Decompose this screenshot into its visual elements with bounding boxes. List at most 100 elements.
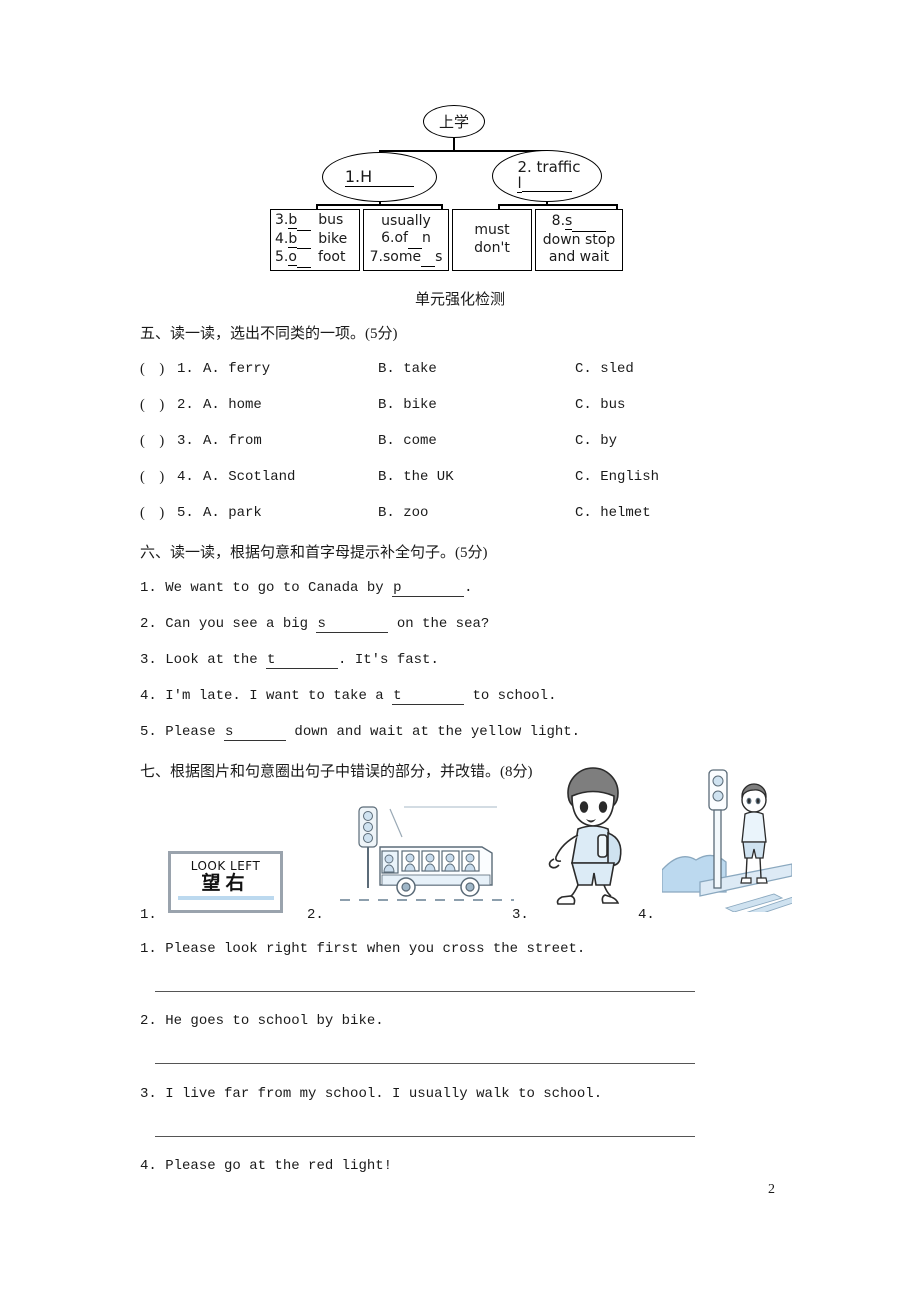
leaf1-line-1: 3.b bus xyxy=(275,212,355,231)
correction-1-text[interactable]: Please look right first when you cross t… xyxy=(165,941,585,957)
mindmap-node-1-label: 1.H xyxy=(344,167,415,187)
leaf4-line-3: and wait xyxy=(548,249,610,266)
fill-5-text-before: Please xyxy=(165,724,225,740)
mindmap-root-node: 上学 xyxy=(423,105,485,138)
mc-1-option-c[interactable]: C. sled xyxy=(575,361,634,377)
correction-3-number: 3. xyxy=(140,1086,157,1102)
unit-title: 单元强化检测 xyxy=(414,292,505,308)
fill-2-number: 2. xyxy=(140,616,157,632)
correction-2-text[interactable]: He goes to school by bike. xyxy=(165,1013,383,1029)
mc-1-option-a[interactable]: A. ferry xyxy=(203,361,270,377)
fill-5-blank[interactable]: s xyxy=(224,724,287,741)
picture-2-bus-with-traffic-light xyxy=(332,785,517,915)
section-5-heading: 五、读一读，选出不同类的一项。(5分) xyxy=(140,326,398,342)
mc-1-number: 1. xyxy=(177,361,194,377)
leaf4-blank-1 xyxy=(572,213,607,232)
mc-3-option-b[interactable]: B. come xyxy=(378,433,437,449)
mindmap-node-2-label: 2. traffic l xyxy=(517,157,581,193)
mc-4-bracket[interactable]: ( ) xyxy=(140,469,164,486)
mc-5-option-b[interactable]: B. zoo xyxy=(378,505,428,521)
mc-4-option-c[interactable]: C. English xyxy=(575,469,659,485)
mc-2-number: 2. xyxy=(177,397,194,413)
correction-4-number: 4. xyxy=(140,1158,157,1174)
fill-3-text-before: Look at the xyxy=(165,652,267,668)
fill-5-text-after: down and wait at the yellow light. xyxy=(286,724,581,740)
correction-row-4: 4. Please go at the red light! xyxy=(140,1158,392,1174)
section-6-heading: 六、读一读，根据句意和首字母提示补全句子。(5分) xyxy=(140,545,488,561)
leaf1-blank-3 xyxy=(296,249,311,268)
correction-4-text[interactable]: Please go at the red light! xyxy=(165,1158,392,1174)
answer-line-1[interactable] xyxy=(155,991,695,992)
mindmap-leaf-box-1: 3.b bus 4.b bike 5.o foot xyxy=(270,209,360,271)
fill-4-text-before: I'm late. I want to take a xyxy=(165,688,393,704)
answer-line-3[interactable] xyxy=(155,1136,695,1137)
mc-2-option-c[interactable]: C. bus xyxy=(575,397,625,413)
mc-row-3: ( ) 3. A. from B. come C. by xyxy=(140,433,840,455)
mindmap-root-label: 上学 xyxy=(438,115,469,131)
mc-5-bracket[interactable]: ( ) xyxy=(140,505,164,522)
correction-2-number: 2. xyxy=(140,1013,157,1029)
bus-illustration xyxy=(340,806,514,901)
mc-5-number: 5. xyxy=(177,505,194,521)
leaf1-blank-1 xyxy=(297,212,312,231)
fill-4-text-after: to school. xyxy=(464,688,557,704)
mindmap-node-2: 2. traffic l xyxy=(492,150,602,202)
mc-4-option-b[interactable]: B. the UK xyxy=(378,469,454,485)
leaf2-line-3: 7.some s xyxy=(367,249,445,268)
mindmap-node-1-blank xyxy=(372,167,415,187)
fill-1-text-after: . xyxy=(464,580,473,596)
page-number: 2 xyxy=(768,1182,775,1197)
fill-5-number: 5. xyxy=(140,724,157,740)
fill-row-5: 5. Please s down and wait at the yellow … xyxy=(140,724,580,741)
connector-node1-horizontal xyxy=(316,204,443,206)
walking-boy-illustration xyxy=(548,767,622,905)
mc-1-bracket[interactable]: ( ) xyxy=(140,361,164,378)
fill-2-text-before: Can you see a big xyxy=(165,616,317,632)
worksheet-page: 上学 1.H 2. traffic l 3.b bus 4.b bike 5.o… xyxy=(0,0,920,1302)
fill-2-text-after: on the sea? xyxy=(388,616,490,632)
mc-5-option-c[interactable]: C. helmet xyxy=(575,505,651,521)
crosswalk-illustration xyxy=(661,769,804,917)
leaf3-line-2: don't xyxy=(474,240,510,256)
picture-strip: 1. LOOK LEFT 望右 2. 3. 4. xyxy=(140,767,840,925)
fill-2-blank[interactable]: s xyxy=(316,616,389,633)
leaf2-line-1: usually xyxy=(381,212,431,229)
sign-bottom-bar xyxy=(177,896,274,900)
picture-3-number: 3. xyxy=(512,907,529,923)
fill-4-number: 4. xyxy=(140,688,157,704)
mc-2-option-b[interactable]: B. bike xyxy=(378,397,437,413)
picture-2-number: 2. xyxy=(307,907,324,923)
mc-3-number: 3. xyxy=(177,433,194,449)
correction-row-1: 1. Please look right first when you cros… xyxy=(140,941,585,957)
fill-row-2: 2. Can you see a big s on the sea? xyxy=(140,616,489,633)
picture-1-number: 1. xyxy=(140,907,157,923)
leaf2-blank-1 xyxy=(407,230,422,249)
mindmap-node-2-blank xyxy=(521,176,572,193)
mindmap-leaf-box-2: usually 6.of n 7.some s xyxy=(363,209,449,271)
fill-1-blank[interactable]: p xyxy=(392,580,465,597)
picture-1-look-left-sign: LOOK LEFT 望右 xyxy=(168,851,283,913)
correction-1-number: 1. xyxy=(140,941,157,957)
correction-row-2: 2. He goes to school by bike. xyxy=(140,1013,384,1029)
fill-3-text-after: . It's fast. xyxy=(338,652,439,668)
mc-1-option-b[interactable]: B. take xyxy=(378,361,437,377)
leaf1-blank-2 xyxy=(297,231,312,250)
mindmap-node-1: 1.H xyxy=(322,152,437,202)
mc-row-1: ( ) 1. A. ferry B. take C. sled xyxy=(140,361,840,383)
mc-3-option-c[interactable]: C. by xyxy=(575,433,617,449)
mc-4-option-a[interactable]: A. Scotland xyxy=(203,469,295,485)
mc-5-option-a[interactable]: A. park xyxy=(203,505,262,521)
fill-row-1: 1. We want to go to Canada by p. xyxy=(140,580,472,597)
mc-4-number: 4. xyxy=(177,469,194,485)
mc-2-bracket[interactable]: ( ) xyxy=(140,397,164,414)
mc-3-option-a[interactable]: A. from xyxy=(203,433,262,449)
mc-3-bracket[interactable]: ( ) xyxy=(140,433,164,450)
leaf1-line-3: 5.o foot xyxy=(275,249,355,268)
mc-2-option-a[interactable]: A. home xyxy=(203,397,262,413)
fill-3-blank[interactable]: t xyxy=(266,652,339,669)
answer-line-2[interactable] xyxy=(155,1063,695,1064)
correction-3-text[interactable]: I live far from my school. I usually wal… xyxy=(165,1086,602,1102)
fill-4-blank[interactable]: t xyxy=(392,688,465,705)
leaf4-line-2: down stop xyxy=(542,231,616,248)
leaf2-blank-2 xyxy=(421,249,436,268)
